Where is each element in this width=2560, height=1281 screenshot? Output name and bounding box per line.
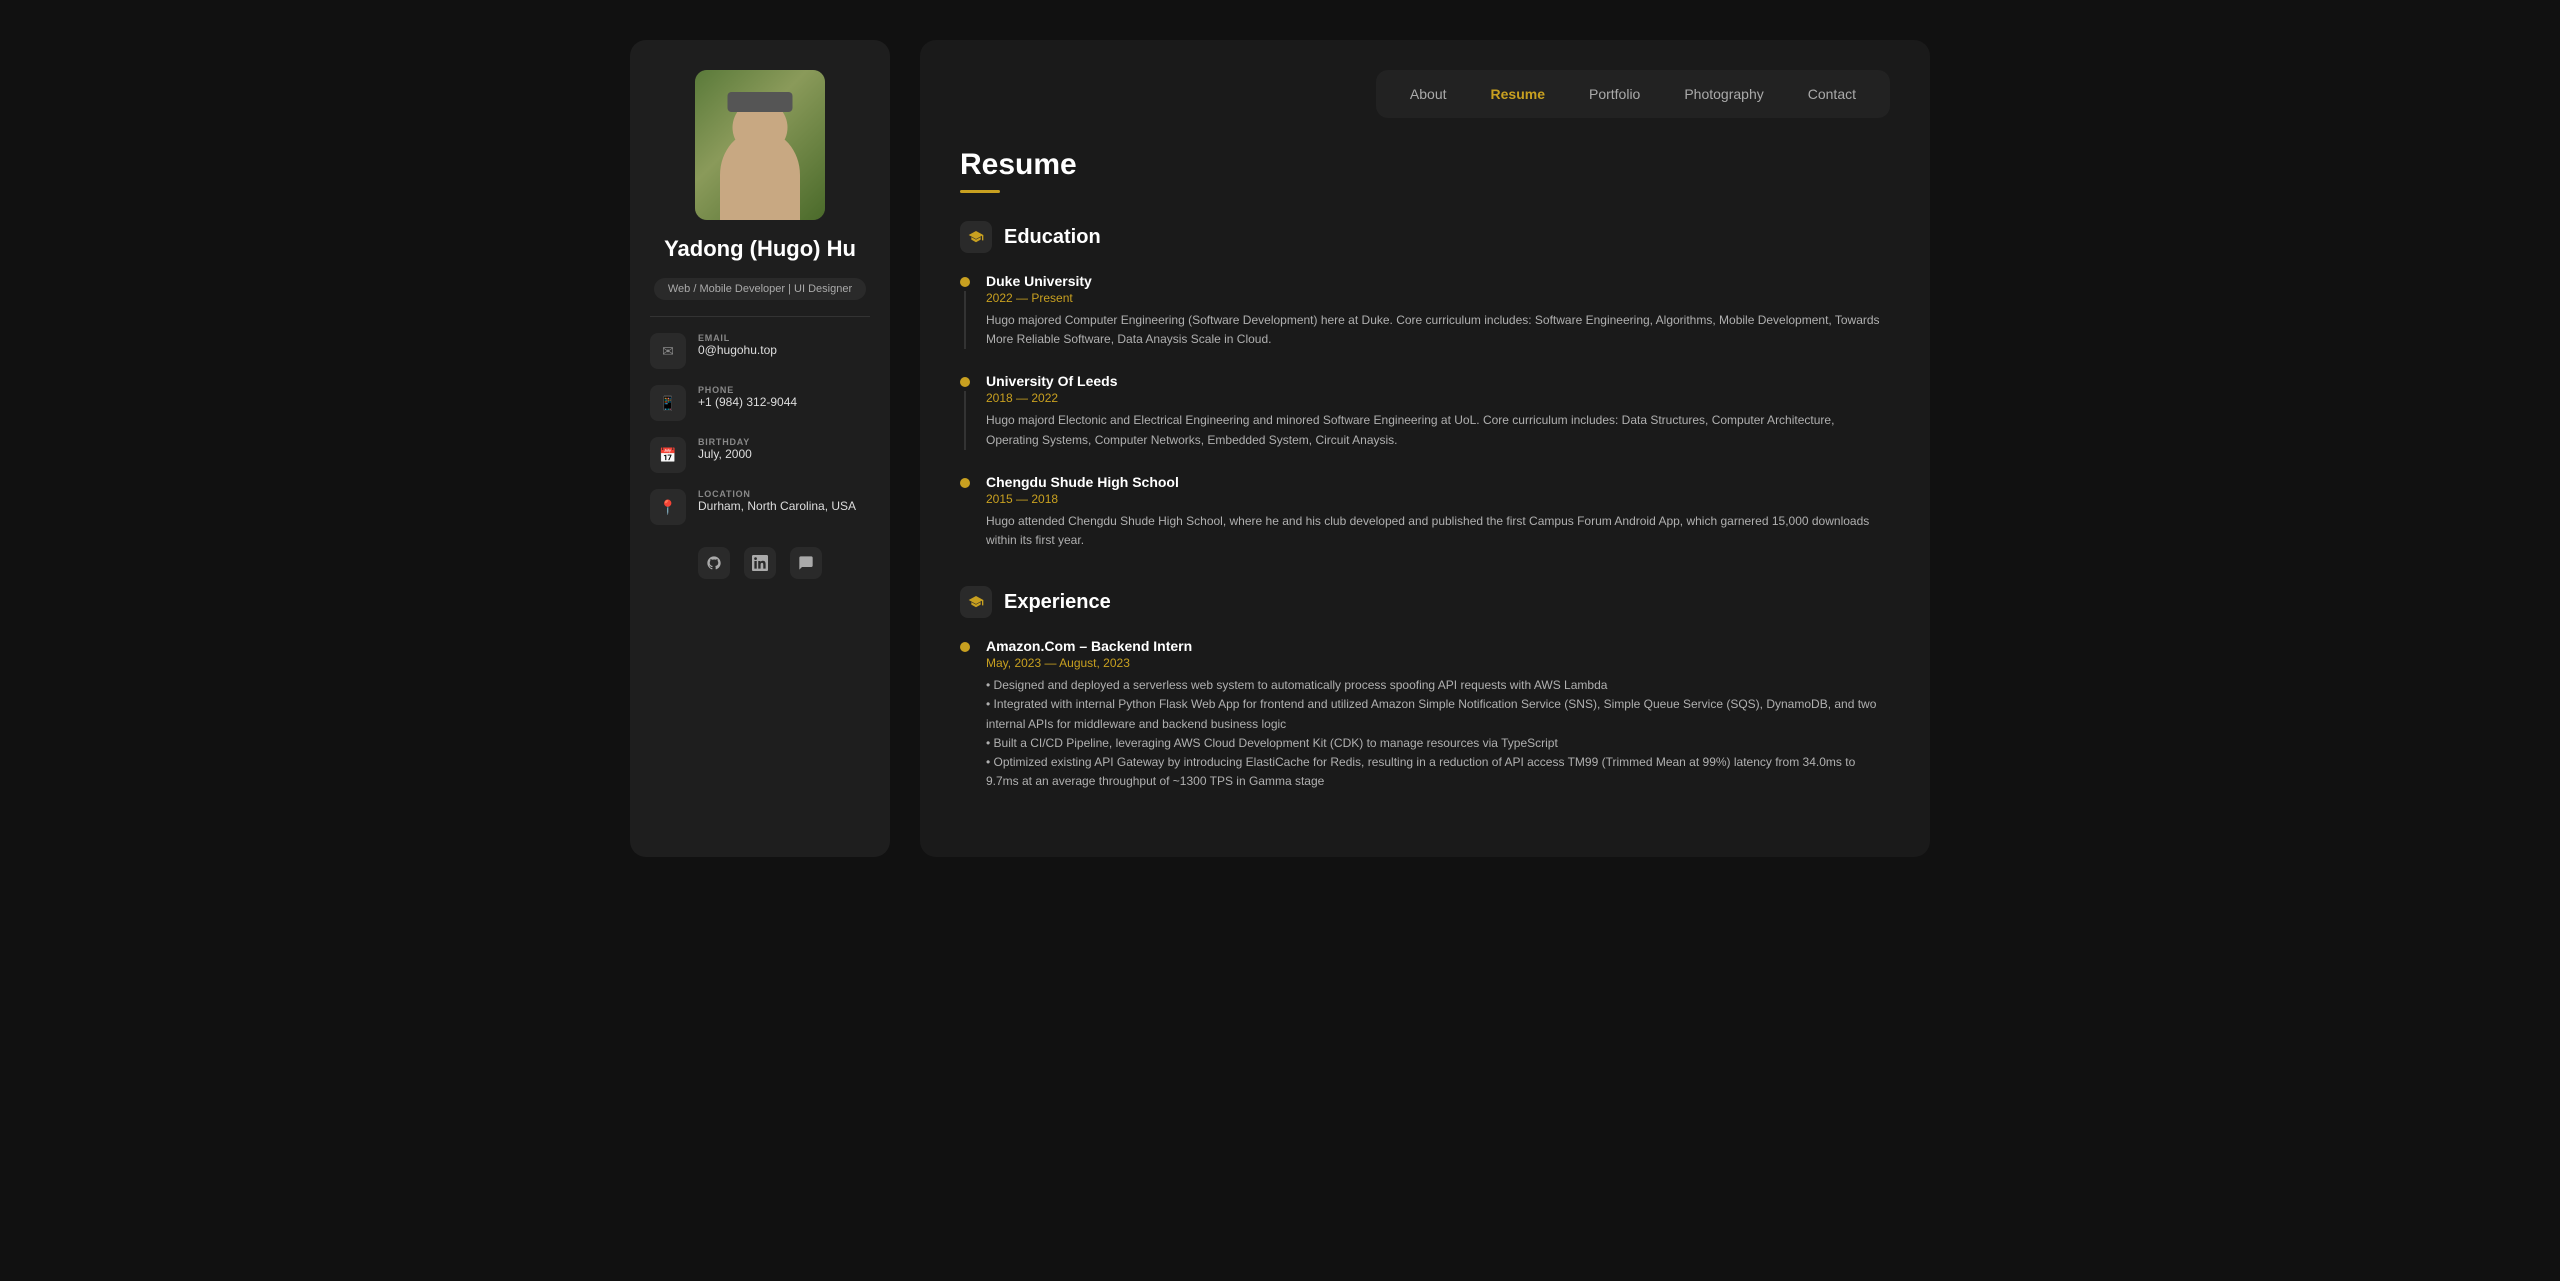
avatar bbox=[695, 70, 825, 220]
social-links bbox=[698, 547, 822, 579]
education-item-chengdu: Chengdu Shude High School 2015 — 2018 Hu… bbox=[960, 474, 1890, 550]
edu-institution-2: Chengdu Shude High School bbox=[986, 474, 1890, 490]
nav-bar: About Resume Portfolio Photography Conta… bbox=[1376, 70, 1890, 118]
github-icon[interactable] bbox=[698, 547, 730, 579]
phone-value: +1 (984) 312-9044 bbox=[698, 395, 797, 409]
edu-institution-0: Duke University bbox=[986, 273, 1890, 289]
timeline-dot bbox=[960, 478, 970, 488]
experience-title: Experience bbox=[1004, 591, 1111, 614]
education-item-leeds: University Of Leeds 2018 — 2022 Hugo maj… bbox=[960, 373, 1890, 449]
edu-desc-0: Hugo majored Computer Engineering (Softw… bbox=[986, 311, 1890, 349]
edu-date-1: 2018 — 2022 bbox=[986, 391, 1890, 405]
edu-date-0: 2022 — Present bbox=[986, 291, 1890, 305]
exp-institution-0: Amazon.Com – Backend Intern bbox=[986, 638, 1890, 654]
edu-desc-2: Hugo attended Chengdu Shude High School,… bbox=[986, 512, 1890, 550]
email-label: EMAIL bbox=[698, 333, 777, 343]
nav-about[interactable]: About bbox=[1392, 80, 1465, 108]
timeline-dot bbox=[960, 277, 970, 287]
sidebar-divider bbox=[650, 316, 870, 317]
page-title: Resume bbox=[960, 148, 1890, 182]
experience-header: Experience bbox=[960, 586, 1890, 618]
location-value: Durham, North Carolina, USA bbox=[698, 499, 856, 513]
linkedin-icon[interactable] bbox=[744, 547, 776, 579]
sidebar-name: Yadong (Hugo) Hu bbox=[664, 236, 856, 262]
experience-item-amazon: Amazon.Com – Backend Intern May, 2023 — … bbox=[960, 638, 1890, 791]
sidebar-role: Web / Mobile Developer | UI Designer bbox=[654, 278, 866, 300]
exp-date-0: May, 2023 — August, 2023 bbox=[986, 656, 1890, 670]
phone-icon: 📱 bbox=[650, 385, 686, 421]
nav-resume[interactable]: Resume bbox=[1473, 80, 1563, 108]
exp-desc-0: • Designed and deployed a serverless web… bbox=[986, 676, 1890, 791]
contact-email: ✉ EMAIL 0@hugohu.top bbox=[650, 333, 870, 369]
birthday-label: BIRTHDAY bbox=[698, 437, 752, 447]
education-section: Education Duke University 2022 — Present… bbox=[960, 221, 1890, 550]
timeline-dot bbox=[960, 377, 970, 387]
experience-icon bbox=[960, 586, 992, 618]
nav-contact[interactable]: Contact bbox=[1790, 80, 1874, 108]
page-wrapper: Yadong (Hugo) Hu Web / Mobile Developer … bbox=[630, 40, 1930, 857]
education-title: Education bbox=[1004, 226, 1101, 249]
nav-portfolio[interactable]: Portfolio bbox=[1571, 80, 1658, 108]
location-label: LOCATION bbox=[698, 489, 856, 499]
edu-date-2: 2015 — 2018 bbox=[986, 492, 1890, 506]
timeline-dot bbox=[960, 642, 970, 652]
phone-label: PHONE bbox=[698, 385, 797, 395]
main-content: About Resume Portfolio Photography Conta… bbox=[920, 40, 1930, 857]
contact-phone: 📱 PHONE +1 (984) 312-9044 bbox=[650, 385, 870, 421]
experience-section: Experience Amazon.Com – Backend Intern M… bbox=[960, 586, 1890, 791]
calendar-icon: 📅 bbox=[650, 437, 686, 473]
nav-photography[interactable]: Photography bbox=[1666, 80, 1781, 108]
edu-desc-1: Hugo majord Electonic and Electrical Eng… bbox=[986, 411, 1890, 449]
email-value: 0@hugohu.top bbox=[698, 343, 777, 357]
contact-birthday: 📅 BIRTHDAY July, 2000 bbox=[650, 437, 870, 473]
education-item-duke: Duke University 2022 — Present Hugo majo… bbox=[960, 273, 1890, 349]
title-underline bbox=[960, 190, 1000, 193]
email-icon: ✉ bbox=[650, 333, 686, 369]
message-icon[interactable] bbox=[790, 547, 822, 579]
birthday-value: July, 2000 bbox=[698, 447, 752, 461]
sidebar: Yadong (Hugo) Hu Web / Mobile Developer … bbox=[630, 40, 890, 857]
location-icon: 📍 bbox=[650, 489, 686, 525]
education-icon bbox=[960, 221, 992, 253]
edu-institution-1: University Of Leeds bbox=[986, 373, 1890, 389]
contact-location: 📍 LOCATION Durham, North Carolina, USA bbox=[650, 489, 870, 525]
education-header: Education bbox=[960, 221, 1890, 253]
